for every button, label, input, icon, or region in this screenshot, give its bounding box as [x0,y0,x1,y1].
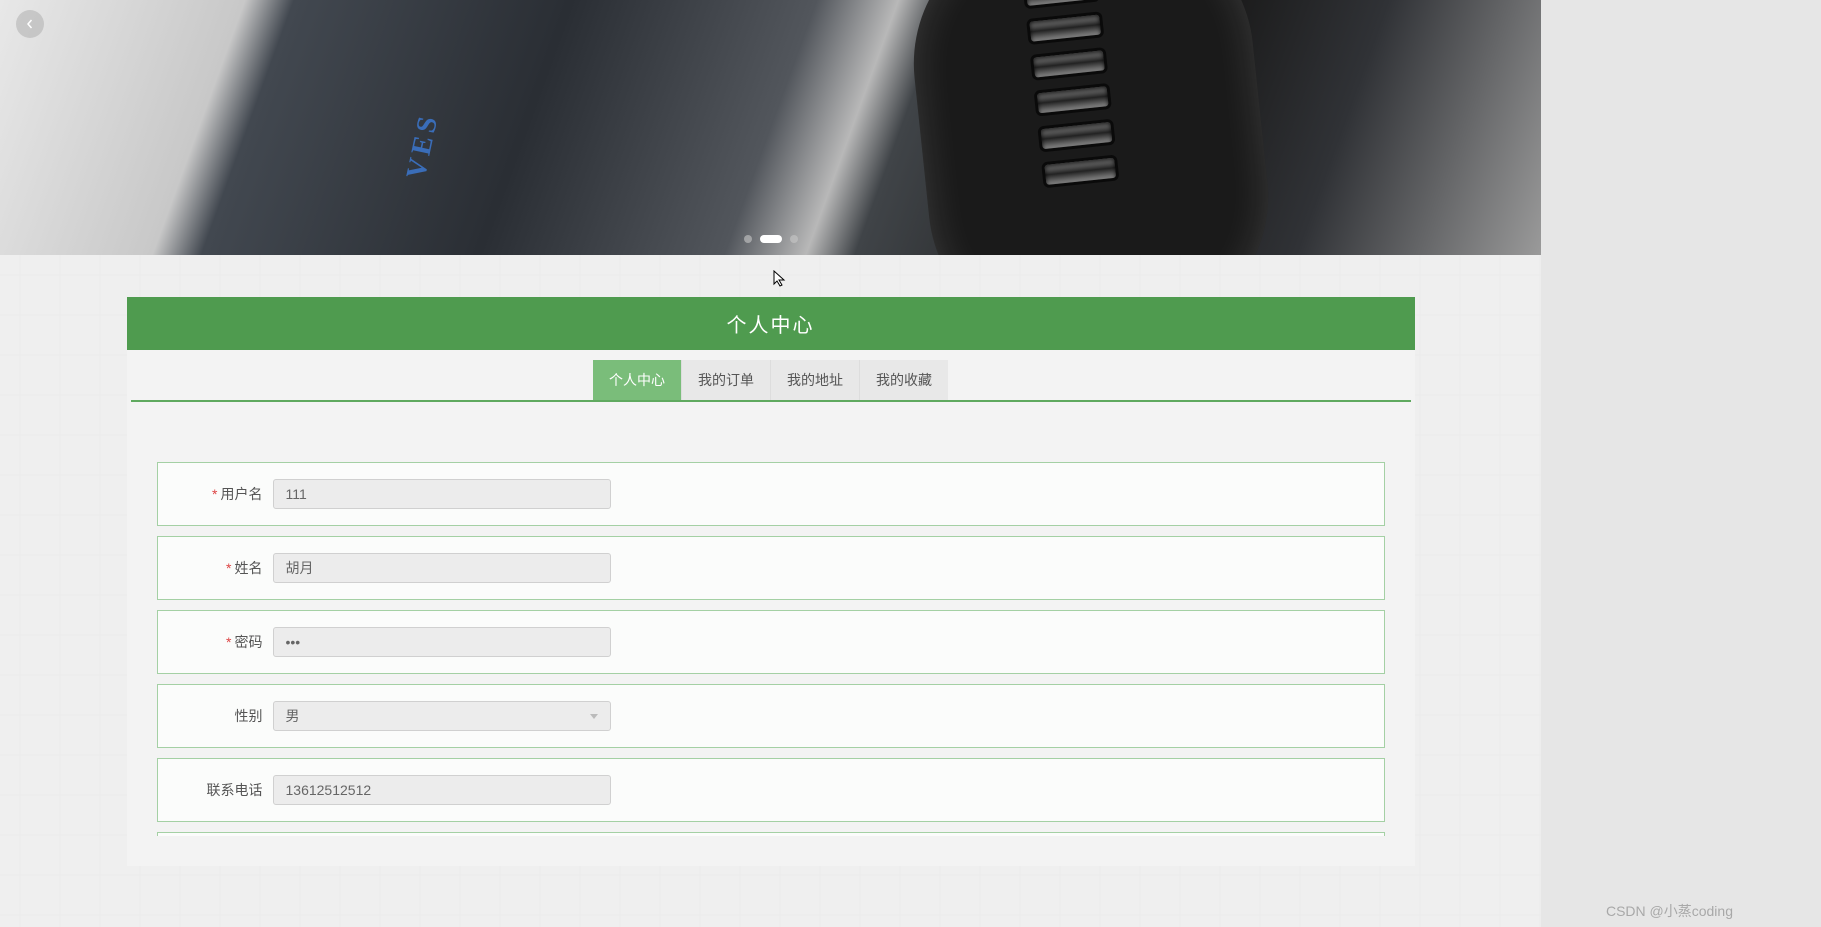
carousel-dot-2[interactable] [790,235,798,243]
tab-my-favorites[interactable]: 我的收藏 [860,360,948,400]
required-mark: * [226,634,231,650]
chevron-down-icon [590,714,598,719]
carousel-dot-1[interactable] [760,235,782,243]
gender-select[interactable]: 男 [273,701,611,731]
content-container: 个人中心 个人中心 我的订单 我的地址 我的收藏 *用户名 *姓名 [127,297,1415,866]
password-label: *密码 [158,632,263,652]
form-row-password: *密码 [157,610,1385,674]
gender-label: 性别 [158,706,263,726]
name-input[interactable] [273,553,611,583]
profile-form: *用户名 *姓名 *密码 性别 [127,402,1415,866]
tab-my-address[interactable]: 我的地址 [771,360,860,400]
tab-personal-center[interactable]: 个人中心 [593,360,682,400]
name-label: *姓名 [158,558,263,578]
password-input[interactable] [273,627,611,657]
hero-brand-logo: VES [401,110,446,182]
product-belt-image [900,0,1282,255]
username-input[interactable] [273,479,611,509]
chevron-left-icon [25,19,35,29]
section-title-bar: 个人中心 [127,297,1415,350]
tab-my-orders[interactable]: 我的订单 [682,360,771,400]
carousel-dot-0[interactable] [744,235,752,243]
gender-value: 男 [286,706,300,726]
required-mark: * [212,486,217,502]
page-body: 个人中心 个人中心 我的订单 我的地址 我的收藏 *用户名 *姓名 [0,255,1541,927]
back-button[interactable] [16,10,44,38]
form-row-name: *姓名 [157,536,1385,600]
form-row-username: *用户名 [157,462,1385,526]
required-mark: * [226,560,231,576]
username-label: *用户名 [158,484,263,504]
tabs-bar: 个人中心 我的订单 我的地址 我的收藏 [131,360,1411,402]
hero-carousel: VES [0,0,1541,255]
phone-input[interactable] [273,775,611,805]
form-row-phone: 联系电话 [157,758,1385,822]
section-title: 个人中心 [727,315,815,337]
phone-label: 联系电话 [158,780,263,800]
form-row-next [157,832,1385,836]
carousel-indicators [744,235,798,243]
form-row-gender: 性别 男 [157,684,1385,748]
right-sidebar-strip [1541,0,1821,927]
watermark-text: CSDN @小蒸coding [1606,901,1733,921]
